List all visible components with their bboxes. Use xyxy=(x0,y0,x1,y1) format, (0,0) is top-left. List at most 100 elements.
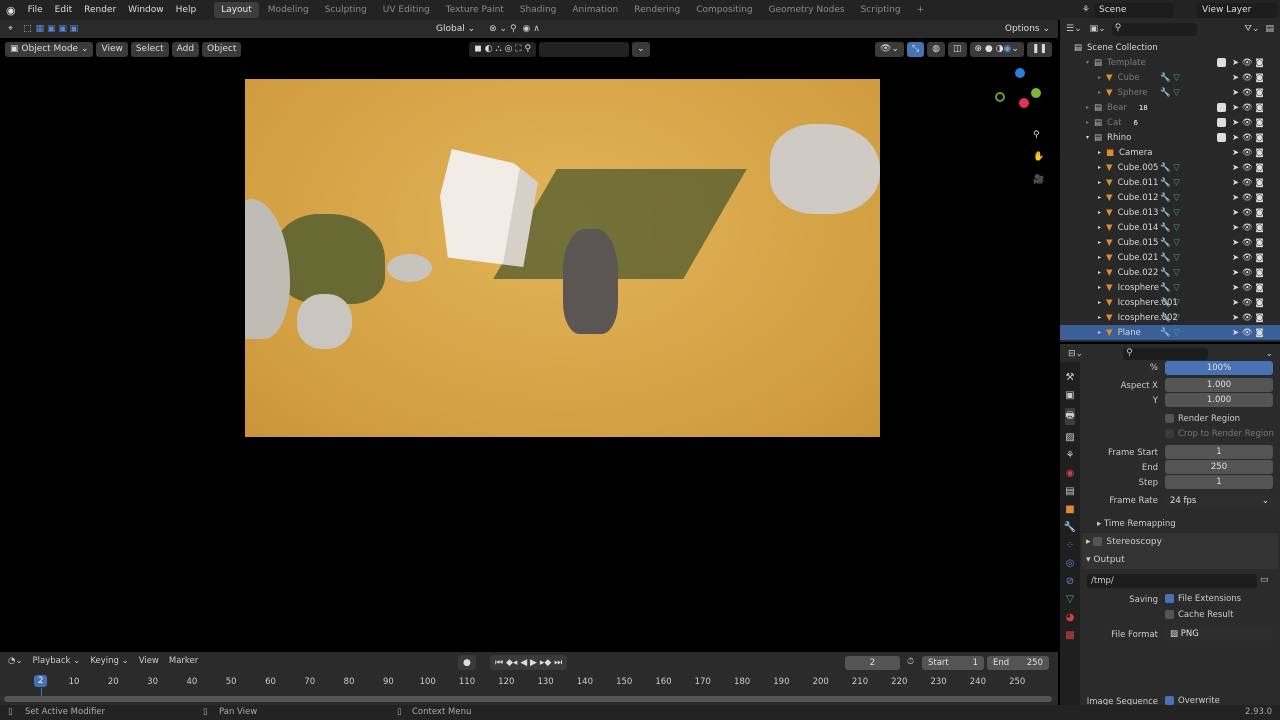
modifier-data-icons[interactable]: 🔧 ▽ xyxy=(1160,178,1180,188)
select-mode-icons[interactable]: ▦ ▣ ▣ ▣ xyxy=(36,24,79,34)
expand-arrow-icon[interactable]: ▸ xyxy=(1098,239,1101,246)
modifier-data-icons[interactable]: 🔧 ▽ xyxy=(1160,328,1180,338)
expand-arrow-icon[interactable]: ▸ xyxy=(1098,74,1101,81)
expand-arrow-icon[interactable]: ▸ xyxy=(1098,284,1101,291)
tab-geometry-nodes[interactable]: Geometry Nodes xyxy=(762,2,852,18)
menu-select[interactable]: Select xyxy=(130,41,169,57)
menu-edit[interactable]: Edit xyxy=(49,5,78,15)
menu-help[interactable]: Help xyxy=(170,5,203,15)
view-layer-tab-icon[interactable]: ▨ xyxy=(1065,432,1074,443)
expand-arrow-icon[interactable]: ▾ xyxy=(1086,134,1089,141)
aspect-x-field[interactable]: 1.000 xyxy=(1165,378,1273,392)
pin-dropdown[interactable]: ⌄ xyxy=(1265,349,1273,359)
expand-arrow-icon[interactable]: ▸ xyxy=(1098,164,1101,171)
viewport-search-field[interactable] xyxy=(539,41,630,57)
expand-arrow-icon[interactable]: ▸ xyxy=(1098,209,1101,216)
expand-arrow-icon[interactable]: ▸ xyxy=(1098,269,1101,276)
outliner-row[interactable]: ▾ ▤ Rhino ➤ 👁 ◙ xyxy=(1060,130,1280,145)
tab-animation[interactable]: Animation xyxy=(565,2,625,18)
exclude-checkbox[interactable] xyxy=(1217,133,1226,142)
outliner-row[interactable]: ▸ ▼ Cube.014 🔧 ▽ ➤ 👁 ◙ xyxy=(1060,220,1280,235)
visibility-toggle-icons[interactable]: ➤ 👁 ◙ xyxy=(1232,313,1264,323)
menu-add[interactable]: Add xyxy=(171,41,200,57)
view-filter-icon[interactable]: ▣⌄ xyxy=(1090,24,1106,34)
visibility-icon[interactable]: 👁⌄ xyxy=(874,41,904,57)
outliner-row[interactable]: ▸ ▼ Cube.022 🔧 ▽ ➤ 👁 ◙ xyxy=(1060,265,1280,280)
folder-icon[interactable]: ▭ xyxy=(1260,575,1269,585)
scene-icon[interactable]: ⚘ xyxy=(1082,5,1090,15)
physics-tab-icon[interactable]: ◎ xyxy=(1066,558,1075,569)
timeline-scrollbar[interactable] xyxy=(4,696,1052,702)
modifier-data-icons[interactable]: 🔧 ▽ xyxy=(1160,73,1180,83)
exclude-checkbox[interactable] xyxy=(1217,58,1226,67)
expand-arrow-icon[interactable]: ▸ xyxy=(1098,179,1101,186)
visibility-toggle-icons[interactable]: ➤ 👁 ◙ xyxy=(1232,223,1264,233)
constraints-tab-icon[interactable]: ⊘ xyxy=(1066,576,1074,587)
tab--[interactable]: + xyxy=(910,2,932,18)
visibility-toggle-icons[interactable]: ➤ 👁 ◙ xyxy=(1232,208,1264,218)
outliner-row[interactable]: ▸ ▼ Cube.012 🔧 ▽ ➤ 👁 ◙ xyxy=(1060,190,1280,205)
output-panel[interactable]: ▾ Output xyxy=(1082,551,1278,569)
particles-tab-icon[interactable]: ⁘ xyxy=(1066,540,1074,551)
frame-ruler[interactable]: 10 20 30 40 50 60 70 80 90 100 110 120 130 140 150 160 1… xyxy=(0,652,1058,692)
visibility-toggle-icons[interactable]: ➤ 👁 ◙ xyxy=(1232,178,1264,188)
menu-window[interactable]: Window xyxy=(122,5,170,15)
outliner-row[interactable]: ▸ ▼ Cube.013 🔧 ▽ ➤ 👁 ◙ xyxy=(1060,205,1280,220)
material-tab-icon[interactable]: ◕ xyxy=(1066,612,1075,623)
orientation-dropdown[interactable]: Global ⌄ xyxy=(431,22,480,37)
zoom-icon[interactable]: ⚲ xyxy=(1033,130,1040,140)
outliner-row[interactable]: ▸ ▼ Icosphere 🔧 ▽ ➤ 👁 ◙ xyxy=(1060,280,1280,295)
tab-texture-paint[interactable]: Texture Paint xyxy=(439,2,511,18)
options-dropdown[interactable]: Options ⌄ xyxy=(1000,22,1055,37)
object-type-visibility-icons[interactable]: ◼ ◐ ⛬ ◎ ⛶ ⚲ xyxy=(469,41,537,57)
expand-arrow-icon[interactable]: ▾ xyxy=(1086,59,1089,66)
visibility-toggle-icons[interactable]: ➤ 👁 ◙ xyxy=(1232,73,1264,83)
visibility-toggle-icons[interactable]: ➤ 👁 ◙ xyxy=(1232,268,1264,278)
visibility-toggle-icons[interactable]: ➤ 👁 ◙ xyxy=(1232,88,1264,98)
visibility-toggle-icons[interactable]: ➤ 👁 ◙ xyxy=(1232,133,1264,143)
gizmo-toggle-icon[interactable]: ⤡ xyxy=(906,41,925,57)
expand-arrow-icon[interactable]: ▸ xyxy=(1098,314,1101,321)
tab-rendering[interactable]: Rendering xyxy=(627,2,687,18)
expand-arrow-icon[interactable]: ▸ xyxy=(1098,194,1101,201)
frame-step-field[interactable]: 1 xyxy=(1165,475,1273,489)
snap-icon[interactable]: ⊗ ⌄ ⚲ xyxy=(489,24,516,34)
tab-layout[interactable]: Layout xyxy=(214,2,259,18)
modifier-data-icons[interactable]: 🔧 ▽ xyxy=(1160,163,1180,173)
visibility-toggle-icons[interactable]: ➤ 👁 ◙ xyxy=(1232,163,1264,173)
frame-end-field[interactable]: 250 xyxy=(1165,460,1273,474)
xray-icon[interactable]: ◫ xyxy=(948,41,967,57)
outliner-row[interactable]: ▸ ▤ Bear 18 ➤ 👁 ◙ xyxy=(1060,100,1280,115)
outliner-row[interactable]: ▸ ▼ Sphere 🔧 ▽ ➤ 👁 ◙ xyxy=(1060,85,1280,100)
menu-file[interactable]: File xyxy=(22,5,49,15)
output-tab-icon[interactable]: 🖶 xyxy=(1065,408,1075,425)
transform-pivot-icon[interactable]: ⌖ xyxy=(8,24,13,34)
filter-icon[interactable]: ⛛⌄ xyxy=(1244,24,1259,34)
modifier-data-icons[interactable]: 🔧 ▽ xyxy=(1160,298,1180,308)
file-format-dropdown[interactable]: ▨ PNG xyxy=(1165,627,1273,641)
visibility-toggle-icons[interactable]: ➤ 👁 ◙ xyxy=(1232,118,1264,128)
viewport-filter-dropdown[interactable]: ⌄ xyxy=(632,41,650,57)
outliner-row[interactable]: ▸ ▼ Cube.021 🔧 ▽ ➤ 👁 ◙ xyxy=(1060,250,1280,265)
menu-render[interactable]: Render xyxy=(78,5,122,15)
mode-dropdown[interactable]: ▣ Object Mode ⌄ xyxy=(5,41,94,57)
modifier-data-icons[interactable]: 🔧 ▽ xyxy=(1160,268,1180,278)
display-mode-icon[interactable]: ☰⌄ xyxy=(1066,24,1082,34)
outliner-row[interactable]: ▾ ▤ Template ➤ 👁 ◙ xyxy=(1060,55,1280,70)
proportional-edit-icon[interactable]: ◉ ∧ xyxy=(523,24,540,34)
tab-uv-editing[interactable]: UV Editing xyxy=(376,2,437,18)
visibility-toggle-icons[interactable]: ➤ 👁 ◙ xyxy=(1232,103,1264,113)
expand-arrow-icon[interactable]: ▸ xyxy=(1098,299,1101,306)
editor-type-icon[interactable]: ⊟⌄ xyxy=(1068,349,1083,359)
tab-compositing[interactable]: Compositing xyxy=(689,2,759,18)
outliner-row[interactable]: ▸ ▼ Cube.015 🔧 ▽ ➤ 👁 ◙ xyxy=(1060,235,1280,250)
frame-start-field[interactable]: 1 xyxy=(1165,445,1273,459)
outliner-row[interactable]: ▸ ▼ Cube.005 🔧 ▽ ➤ 👁 ◙ xyxy=(1060,160,1280,175)
frame-rate-dropdown[interactable]: 24 fps ⌄ xyxy=(1165,494,1273,508)
menu-view[interactable]: View xyxy=(96,41,128,57)
properties-search-field[interactable]: ⚲ xyxy=(1123,348,1209,360)
aspect-y-field[interactable]: 1.000 xyxy=(1165,393,1273,407)
outliner-row[interactable]: ▸ ▼ Icosphere.002 🔧 ▽ ➤ 👁 ◙ xyxy=(1060,310,1280,325)
overlay-icon[interactable]: ◍ xyxy=(927,41,946,57)
modifier-data-icons[interactable]: 🔧 ▽ xyxy=(1160,238,1180,248)
